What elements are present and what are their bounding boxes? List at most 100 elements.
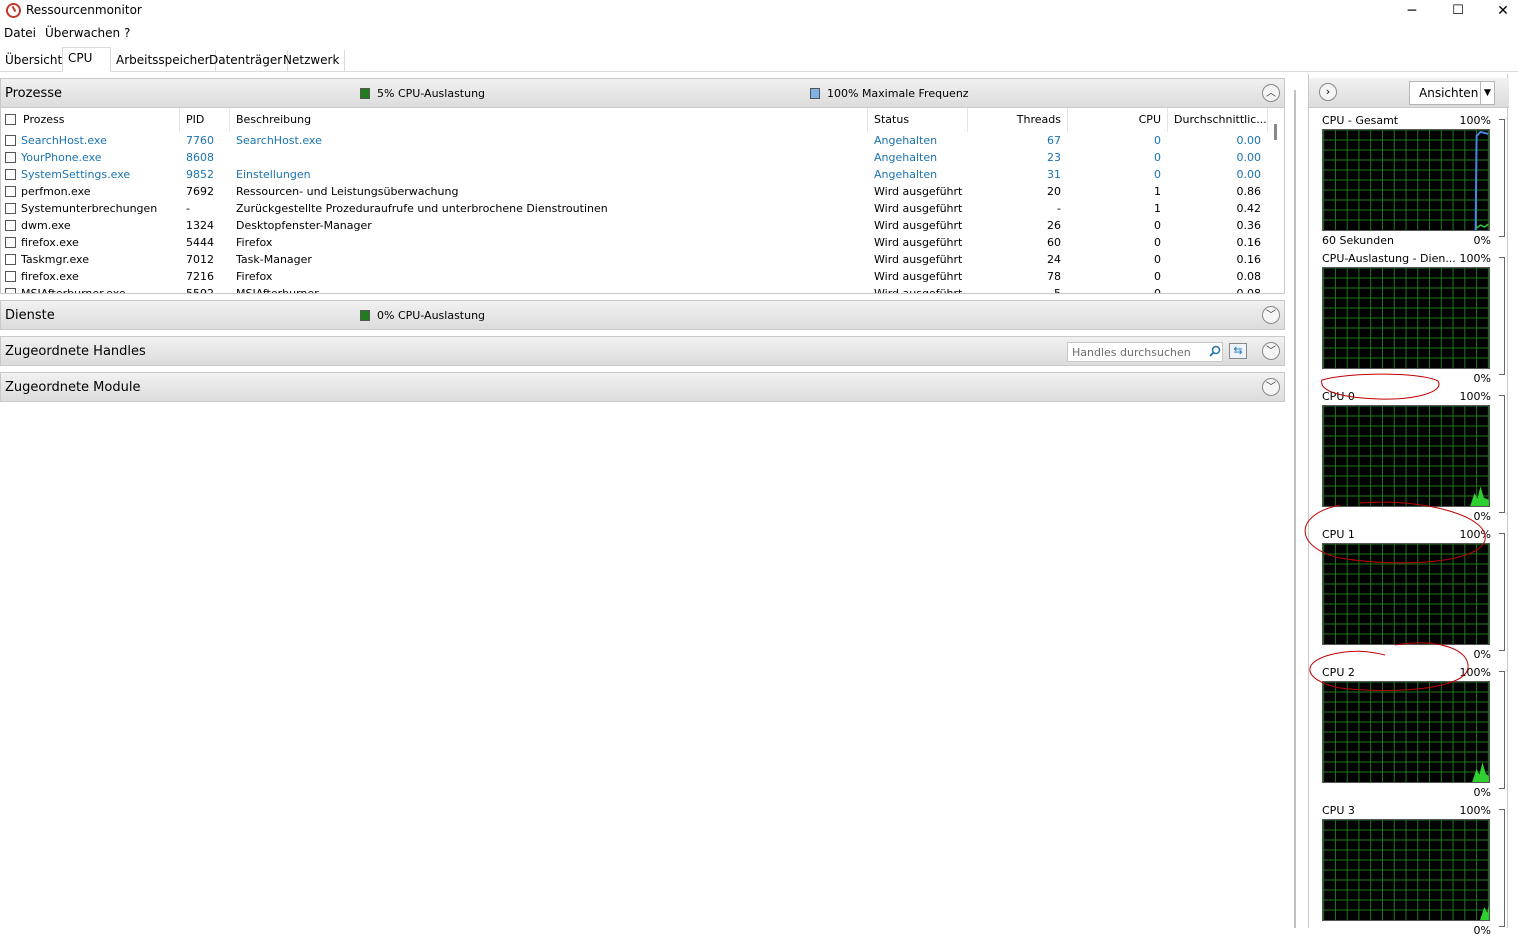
table-row[interactable]: firefox.exe 7216 Firefox Wird ausgeführt 78 0…: [1, 268, 1271, 285]
services-header[interactable]: Dienste 0% CPU-Auslastung ﹀: [0, 300, 1285, 330]
cell-prozess: MSIAfterburner.exe: [21, 287, 126, 294]
max-frequency-legend-swatch: [810, 88, 820, 99]
expand-icon[interactable]: ﹀: [1262, 378, 1280, 396]
cpu-trace: [1472, 762, 1489, 782]
column-average-cpu[interactable]: Durchschnittlic...: [1168, 108, 1268, 132]
graph-title: CPU 2: [1322, 666, 1355, 679]
cpu-graph-5: CPU 3 100% 0%: [1309, 804, 1509, 942]
row-checkbox[interactable]: [5, 271, 16, 282]
cell-average-cpu: 0.00: [1236, 134, 1262, 147]
cell-threads: 24: [1047, 253, 1061, 266]
cell-average-cpu: 0.08: [1236, 287, 1262, 294]
table-row[interactable]: Taskmgr.exe 7012 Task-Manager Wird ausgefüh…: [1, 251, 1271, 268]
row-checkbox[interactable]: [5, 237, 16, 248]
row-checkbox[interactable]: [5, 152, 16, 163]
scrollbar-thumb[interactable]: [1274, 124, 1277, 140]
menu-ueberwachen[interactable]: Überwachen: [45, 26, 120, 40]
handles-search-input[interactable]: Handles durchsuchen: [1067, 342, 1223, 362]
row-checkbox[interactable]: [5, 169, 16, 180]
cell-status: Wird ausgeführt: [874, 287, 963, 294]
search-icon[interactable]: [1209, 345, 1221, 357]
cell-beschreibung: Firefox: [236, 236, 273, 249]
modules-header[interactable]: Zugeordnete Module ﹀: [0, 372, 1285, 402]
column-beschreibung[interactable]: Beschreibung: [230, 108, 868, 132]
cell-cpu: 0: [1154, 219, 1161, 232]
column-threads[interactable]: Threads: [968, 108, 1068, 132]
tab-cpu[interactable]: CPU: [62, 47, 111, 72]
panel-splitter[interactable]: [1294, 90, 1296, 928]
tab-datentraeger[interactable]: Datenträger: [204, 50, 289, 72]
cell-pid: 9852: [186, 168, 214, 181]
cell-threads: 5: [1054, 287, 1061, 294]
column-prozess[interactable]: Prozess: [17, 108, 180, 132]
graph-scale-bracket: [1499, 533, 1505, 651]
expand-icon[interactable]: ﹀: [1262, 306, 1280, 324]
close-button[interactable]: ✕: [1480, 0, 1518, 22]
cell-pid: 8608: [186, 151, 214, 164]
row-checkbox[interactable]: [5, 203, 16, 214]
row-checkbox[interactable]: [5, 220, 16, 231]
row-checkbox[interactable]: [5, 135, 16, 146]
minimize-button[interactable]: ─: [1389, 0, 1435, 22]
cell-average-cpu: 0.08: [1236, 270, 1262, 283]
graph-max-label: 100%: [1459, 804, 1491, 817]
table-row[interactable]: SystemSettings.exe 9852 Einstellungen Angeh…: [1, 166, 1271, 183]
row-checkbox[interactable]: [5, 254, 16, 265]
cpu-trace: [1476, 223, 1489, 229]
window-title: Ressourcenmonitor: [26, 3, 142, 17]
graph-title: CPU - Gesamt: [1322, 114, 1399, 127]
table-row[interactable]: YourPhone.exe 8608 Angehalten 23 0 0.00: [1, 149, 1271, 166]
graph-time-label: 60 Sekunden: [1322, 234, 1394, 247]
dropdown-arrow-icon[interactable]: ▼: [1480, 82, 1494, 104]
table-row[interactable]: perfmon.exe 7692 Ressourcen- und Leistungs…: [1, 183, 1271, 200]
maximize-button[interactable]: ☐: [1435, 0, 1481, 22]
graph-max-label: 100%: [1459, 666, 1491, 679]
graph-canvas: [1322, 681, 1490, 783]
table-row[interactable]: dwm.exe 1324 Desktopfenster-Manager Wird au…: [1, 217, 1271, 234]
cell-threads: -: [1057, 202, 1061, 215]
cpu-graph-2: CPU 0 100% 0%: [1309, 390, 1509, 528]
table-header: Prozess PID Beschreibung Status ^ Thread…: [1, 108, 1271, 132]
table-row[interactable]: firefox.exe 5444 Firefox Wird ausgeführt 60 0…: [1, 234, 1271, 251]
cell-status: Angehalten: [874, 151, 938, 164]
table-row[interactable]: SearchHost.exe 7760 SearchHost.exe Angehalt…: [1, 132, 1271, 149]
tab-uebersicht[interactable]: Übersicht: [0, 50, 69, 72]
cell-prozess: Systemunterbrechungen: [21, 202, 158, 215]
vertical-scrollbar[interactable]: [1269, 108, 1284, 293]
table-row[interactable]: Systemunterbrechungen - Zurückgestellte Pr…: [1, 200, 1271, 217]
graph-max-label: 100%: [1459, 390, 1491, 403]
cell-prozess: perfmon.exe: [21, 185, 91, 198]
handles-header[interactable]: Zugeordnete Handles Handles durchsuchen …: [0, 336, 1285, 366]
refresh-icon[interactable]: ⇆: [1229, 343, 1247, 359]
graph-title: CPU 3: [1322, 804, 1355, 817]
expand-icon[interactable]: ﹀: [1262, 342, 1280, 360]
menu-help[interactable]: ?: [124, 26, 130, 40]
cell-pid: 5592: [186, 287, 214, 294]
menu-datei[interactable]: Datei: [4, 26, 36, 40]
cpu-usage-legend-swatch: [360, 88, 370, 99]
chevron-right-icon[interactable]: ›: [1319, 83, 1337, 101]
row-checkbox[interactable]: [5, 288, 16, 293]
cell-beschreibung: Firefox: [236, 270, 273, 283]
column-cpu[interactable]: CPU: [1068, 108, 1168, 132]
tab-arbeitsspeicher[interactable]: Arbeitsspeicher: [111, 50, 216, 72]
graph-canvas: [1322, 129, 1490, 231]
processes-header[interactable]: Prozesse 5% CPU-Auslastung 100% Maximale…: [0, 78, 1285, 108]
handles-title: Zugeordnete Handles: [5, 344, 146, 359]
graph-scale-bracket: [1499, 809, 1505, 927]
row-checkbox[interactable]: [5, 186, 16, 197]
select-all-checkbox[interactable]: [5, 114, 16, 125]
graph-min-label: 0%: [1473, 648, 1491, 661]
max-frequency-legend: 100% Maximale Frequenz: [827, 87, 969, 100]
views-button[interactable]: Ansichten ▼: [1409, 81, 1495, 105]
cell-average-cpu: 0.42: [1236, 202, 1262, 215]
graph-scale-bracket: [1499, 257, 1505, 375]
tab-netzwerk[interactable]: Netzwerk: [278, 50, 346, 72]
collapse-icon[interactable]: ︿: [1262, 84, 1280, 102]
column-pid[interactable]: PID: [180, 108, 230, 132]
cell-threads: 60: [1047, 236, 1061, 249]
table-row[interactable]: MSIAfterburner.exe 5592 MSIAfterburner Wird…: [1, 285, 1271, 294]
cell-beschreibung: [236, 149, 866, 166]
services-cpu-legend: 0% CPU-Auslastung: [377, 309, 486, 322]
cpu-graph-4: CPU 2 100% 0%: [1309, 666, 1509, 804]
